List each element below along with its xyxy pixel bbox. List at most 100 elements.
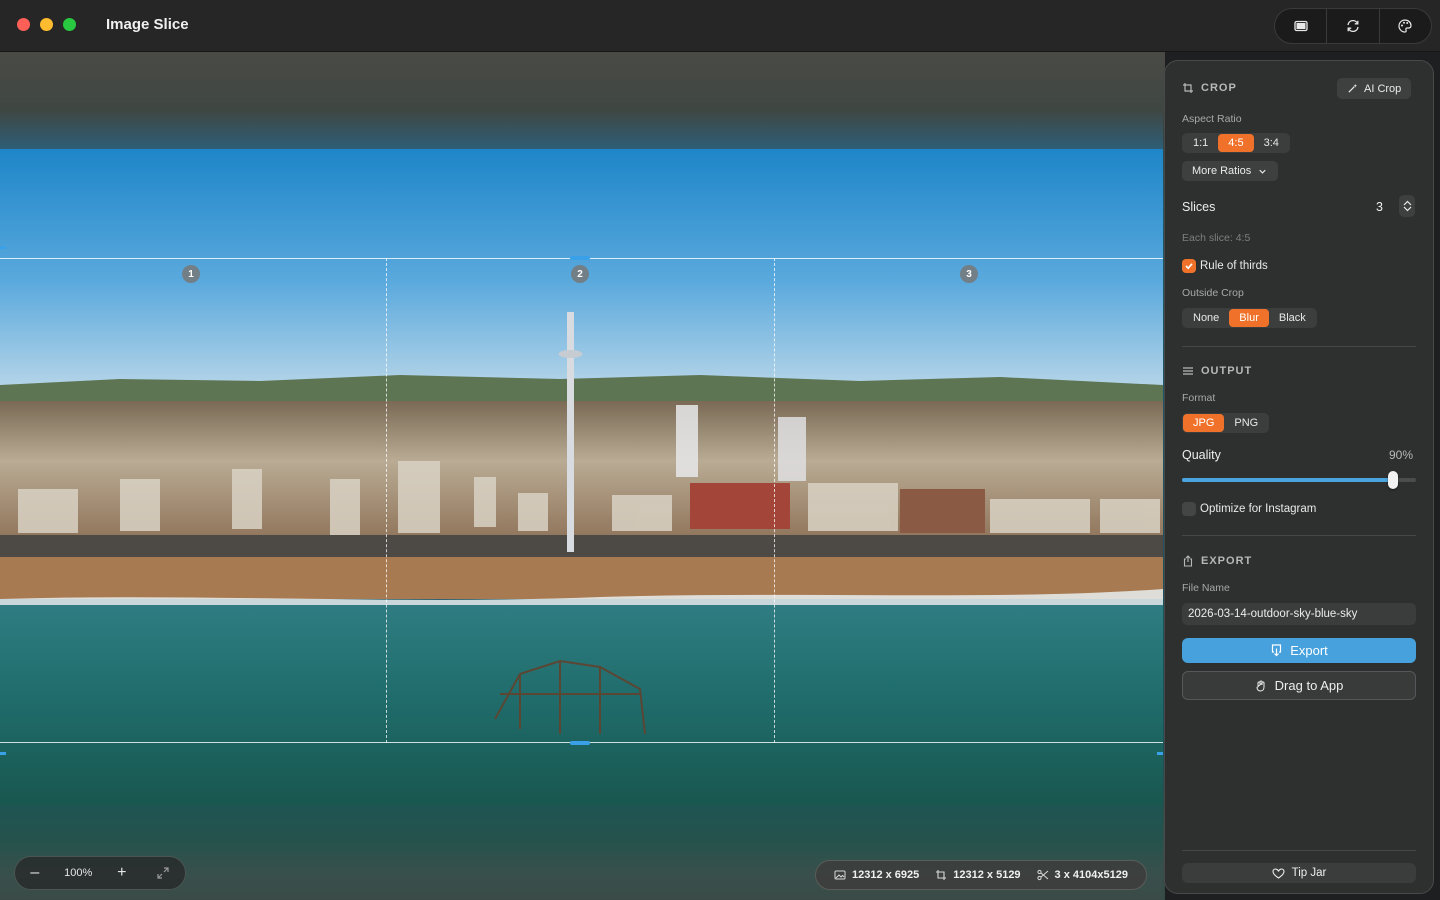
crop-icon	[936, 870, 947, 880]
quality-slider[interactable]	[1182, 471, 1416, 489]
outside-crop-blur-top	[0, 52, 1163, 149]
reset-button[interactable]	[1327, 9, 1380, 43]
outside-crop-label: Outside Crop	[1182, 287, 1244, 299]
crop-handle-right-bottom[interactable]	[1157, 752, 1163, 755]
settings-panel: CROP AI Crop Aspect Ratio 1:1 4:5 3:4 Mo…	[1164, 60, 1434, 894]
ai-crop-button[interactable]: AI Crop	[1337, 78, 1412, 99]
section-divider	[1182, 535, 1416, 536]
section-divider	[1182, 850, 1416, 851]
crop-size-text: 12312 x 5129	[953, 869, 1021, 881]
photo-icon	[834, 870, 846, 880]
theme-button[interactable]	[1380, 9, 1431, 43]
chevron-down-icon	[1259, 169, 1266, 174]
export-button-label: Export	[1290, 643, 1328, 658]
view-mode-button[interactable]	[1275, 9, 1328, 43]
slices-count: 3	[1376, 200, 1383, 214]
heart-icon	[1272, 867, 1285, 879]
format-label: Format	[1182, 392, 1216, 404]
section-divider	[1182, 346, 1416, 347]
zoom-in-button[interactable]: +	[102, 864, 142, 882]
slice-size-text: 3 x 4104x5129	[1054, 869, 1128, 881]
rule-of-thirds-label: Rule of thirds	[1200, 260, 1268, 272]
crop-handle-top[interactable]	[570, 256, 590, 260]
file-name-input[interactable]: 2026-03-14-outdoor-sky-blue-sky	[1182, 603, 1416, 625]
slice-number-badge: 3	[960, 265, 978, 283]
crop-handle-bottom[interactable]	[570, 741, 590, 745]
export-section-title: EXPORT	[1201, 555, 1253, 567]
format-selector: JPG PNG	[1182, 413, 1270, 433]
toolbar-button-group	[1274, 8, 1432, 44]
output-section-header: OUTPUT	[1182, 365, 1252, 377]
tip-jar-label: Tip Jar	[1291, 867, 1327, 879]
magic-wand-icon	[1348, 83, 1358, 93]
zoom-level: 100%	[64, 867, 93, 879]
each-slice-info: Each slice: 4:5	[1182, 232, 1251, 244]
slice-divider	[386, 258, 387, 743]
refresh-icon	[1347, 19, 1359, 33]
ratio-option-4-5[interactable]: 4:5	[1218, 134, 1254, 152]
chevron-down-icon	[1403, 206, 1411, 212]
outside-option-black[interactable]: Black	[1269, 309, 1316, 327]
image-canvas[interactable]: 1 2 3 – 100% + 12312 x 6925 12312 x 5129…	[0, 52, 1165, 900]
format-option-png[interactable]: PNG	[1224, 414, 1268, 432]
window-icon	[1294, 20, 1308, 32]
rule-of-thirds-checkbox[interactable]	[1182, 259, 1196, 273]
outside-option-blur[interactable]: Blur	[1229, 309, 1269, 327]
more-ratios-label: More Ratios	[1192, 165, 1252, 177]
quality-label: Quality	[1182, 448, 1221, 462]
ratio-option-3-4[interactable]: 3:4	[1254, 134, 1289, 152]
original-size-info: 12312 x 6925	[834, 869, 919, 881]
ai-crop-label: AI Crop	[1364, 82, 1402, 95]
crop-size-info: 12312 x 5129	[935, 869, 1021, 881]
scissors-icon	[1036, 869, 1048, 881]
optimize-instagram-checkbox[interactable]	[1182, 502, 1196, 516]
export-section-header: EXPORT	[1182, 555, 1252, 567]
ratio-option-1-1[interactable]: 1:1	[1183, 134, 1218, 152]
slices-stepper[interactable]	[1399, 195, 1415, 217]
drag-to-app-button[interactable]: Drag to App	[1182, 671, 1416, 700]
format-option-jpg[interactable]: JPG	[1183, 414, 1225, 432]
fit-to-window-button[interactable]	[142, 867, 185, 879]
close-window-button[interactable]	[17, 18, 30, 31]
file-name-label: File Name	[1182, 582, 1230, 594]
optimize-instagram-label: Optimize for Instagram	[1200, 503, 1317, 515]
slice-divider	[774, 258, 775, 743]
zoom-window-button[interactable]	[63, 18, 76, 31]
quality-slider-fill	[1182, 478, 1393, 482]
list-icon	[1183, 367, 1193, 375]
crop-icon	[1183, 83, 1193, 93]
export-button[interactable]: Export	[1182, 638, 1416, 663]
quality-slider-knob[interactable]	[1388, 471, 1398, 489]
slices-label: Slices	[1182, 200, 1216, 214]
drag-to-app-label: Drag to App	[1274, 678, 1344, 693]
aspect-ratio-label: Aspect Ratio	[1182, 113, 1242, 125]
title-bar: Image Slice	[0, 0, 1440, 52]
crop-section-title: CROP	[1201, 82, 1237, 94]
crop-handle-left-top[interactable]	[0, 246, 6, 249]
outside-crop-selector: None Blur Black	[1182, 308, 1317, 328]
app-title: Image Slice	[106, 16, 189, 33]
expand-icon	[157, 867, 169, 879]
tip-jar-button[interactable]: Tip Jar	[1182, 863, 1416, 883]
crop-handle-left-bottom[interactable]	[0, 752, 6, 755]
slice-size-info: 3 x 4104x5129	[1036, 869, 1128, 881]
slice-number-badge: 1	[182, 265, 200, 283]
zoom-out-button[interactable]: –	[15, 864, 55, 882]
drag-hand-icon	[1256, 680, 1265, 692]
crop-section-header: CROP	[1182, 82, 1237, 94]
zoom-control: – 100% +	[14, 856, 186, 890]
original-size-text: 12312 x 6925	[851, 869, 920, 881]
slice-number-badge: 2	[571, 265, 589, 283]
quality-value: 90%	[1389, 448, 1414, 462]
aspect-ratio-selector: 1:1 4:5 3:4	[1182, 133, 1290, 153]
image-info-bar: 12312 x 6925 12312 x 5129 3 x 4104x5129	[815, 860, 1147, 890]
crop-rectangle[interactable]	[0, 258, 1163, 743]
outside-option-none[interactable]: None	[1183, 309, 1229, 327]
minimize-window-button[interactable]	[40, 18, 53, 31]
checkmark-icon	[1185, 263, 1193, 270]
export-icon	[1272, 644, 1282, 657]
palette-icon	[1398, 19, 1412, 33]
output-section-title: OUTPUT	[1201, 365, 1253, 377]
share-icon	[1183, 555, 1193, 567]
more-ratios-dropdown[interactable]: More Ratios	[1182, 161, 1279, 181]
